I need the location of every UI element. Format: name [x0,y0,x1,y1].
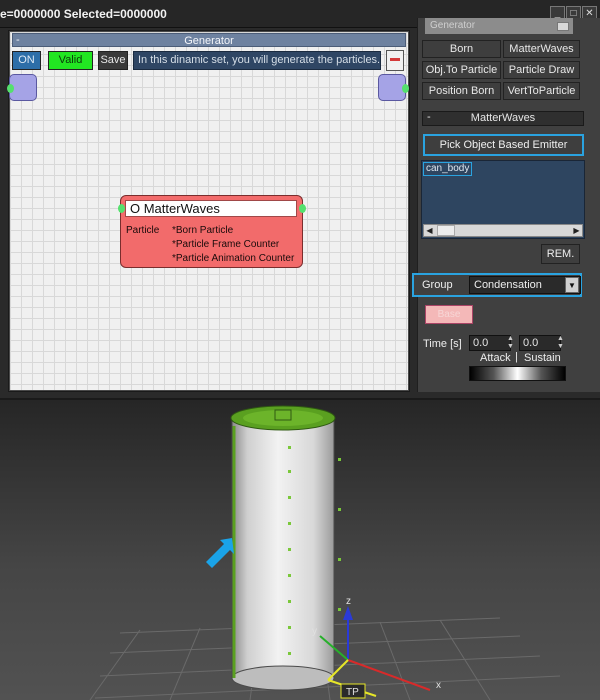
delete-button[interactable] [386,50,404,71]
node-param-label: Particle [126,225,160,236]
gizmo-z-label: z [346,596,351,607]
node-input-connector[interactable] [118,204,125,213]
pick-object-button[interactable]: Pick Object Based Emitter [423,134,584,156]
generator-collapse-button[interactable]: - [16,33,20,47]
chevron-down-icon[interactable]: ▼ [565,277,579,293]
attack-label: Attack [480,352,511,364]
gizmo-y-label: y [312,626,317,637]
node-title: O MatterWaves [125,200,297,217]
node-item: *Particle Animation Counter [172,253,295,264]
info-text: In this dinamic set, you will generate t… [133,51,381,70]
window-title: e=0000000 Selected=0000000 [0,7,167,21]
output-port-connector[interactable] [402,84,409,93]
valid-button[interactable]: Valid [48,51,93,70]
scroll-left-icon[interactable]: ◀ [424,225,435,236]
separator: | [515,351,518,363]
minus-icon [390,58,400,61]
born-button[interactable]: Born [422,40,501,58]
sustain-label: Sustain [524,352,561,364]
matterwaves-section-header: MatterWaves [422,111,584,126]
node-output-connector[interactable] [299,204,306,213]
position-born-button[interactable]: Position Born [422,82,501,100]
matterwaves-button[interactable]: MatterWaves [503,40,580,58]
dropdown-arrow-icon[interactable] [557,22,569,31]
viewport-scene: z y x TP [89,405,561,700]
group-label: Group [422,279,453,291]
time-label: Time [s] [423,338,462,350]
spinner-arrows-icon[interactable]: ▲ ▼ [506,335,515,351]
scrollbar-thumb[interactable] [437,225,455,236]
input-port-connector[interactable] [7,84,14,93]
sustain-spinner[interactable]: 0.0 [519,335,561,351]
scroll-right-icon[interactable]: ▶ [571,225,582,236]
save-button[interactable]: Save [98,51,128,70]
list-item[interactable]: can_body [423,162,473,176]
envelope-gradient[interactable] [469,366,566,381]
particle-draw-button[interactable]: Particle Draw [503,61,580,79]
vert-to-particle-button[interactable]: VertToParticle [503,82,580,100]
on-button[interactable]: ON [12,51,41,70]
view-label: TP [346,687,359,698]
attack-spinner[interactable]: 0.0 [469,335,511,351]
obj-to-particle-button[interactable]: Obj.To Particle [422,61,501,79]
generator-dropdown[interactable]: Generator [425,18,573,34]
node-item: *Particle Frame Counter [172,239,280,250]
can-body[interactable] [230,405,336,691]
node-item: *Born Particle [172,225,234,236]
section-collapse-button[interactable]: - [427,111,431,124]
gizmo-x-label: x [436,680,441,691]
base-button[interactable]: Base [425,305,473,324]
remove-button[interactable]: REM. [541,244,580,264]
generator-header: Generator [12,33,406,47]
arrow-icon [206,538,234,568]
spinner-arrows-icon[interactable]: ▲ ▼ [556,335,565,351]
